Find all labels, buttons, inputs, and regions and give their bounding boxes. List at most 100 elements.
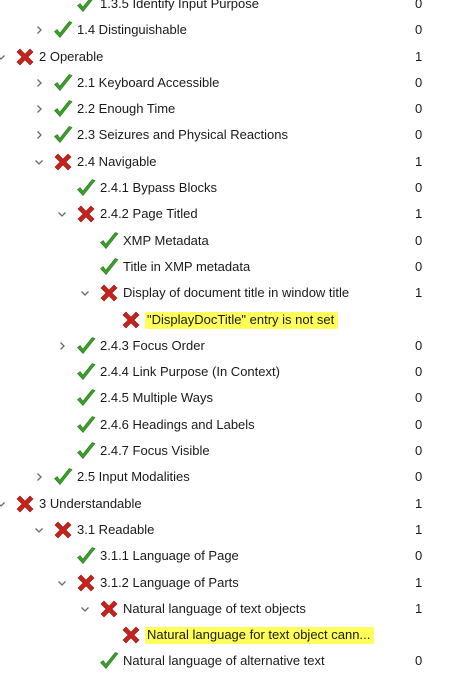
check-icon: [75, 0, 97, 15]
cross-icon: [52, 519, 74, 541]
issue-count: 0: [415, 127, 423, 143]
tree-row-label: 2.1 Keyboard Accessible: [77, 74, 220, 90]
tree-row[interactable]: 2.4.3 Focus Order 0: [0, 333, 450, 359]
check-icon: [98, 650, 120, 672]
tree-row-label: "DisplayDocTitle" entry is not set: [145, 311, 339, 329]
tree-row[interactable]: 2.1 Keyboard Accessible 0: [0, 70, 450, 96]
chevron-right-icon[interactable]: [34, 130, 44, 140]
check-icon: [98, 256, 120, 278]
tree-row[interactable]: 3.1 Readable 1: [0, 517, 450, 543]
chevron-right-icon[interactable]: [57, 341, 67, 351]
tree-row-label: 2.4.5 Multiple Ways: [100, 390, 213, 406]
issue-count: 1: [415, 48, 423, 64]
chevron-down-icon[interactable]: [0, 52, 6, 62]
issue-count: 0: [415, 22, 423, 38]
tree-row-label: 2.4.7 Focus Visible: [100, 443, 210, 459]
cross-icon: [75, 203, 97, 225]
chevron-down-icon[interactable]: [80, 288, 90, 298]
tree-row-label: 3 Understandable: [39, 495, 142, 511]
tree-row[interactable]: 3.1.1 Language of Page 0: [0, 543, 450, 569]
tree-row-label: 2 Operable: [39, 48, 104, 64]
tree-row-label: Natural language of text objects: [123, 600, 306, 616]
tree-row[interactable]: 2.2 Enough Time 0: [0, 96, 450, 122]
cross-icon: [14, 46, 36, 68]
cross-icon: [98, 598, 120, 620]
issue-count: 0: [415, 180, 423, 196]
issue-count: 0: [415, 364, 423, 380]
tree-row-label: Natural language of alternative text: [123, 653, 325, 669]
tree-row-label: 1.4 Distinguishable: [77, 22, 187, 38]
check-icon: [52, 124, 74, 146]
issue-count: 1: [415, 495, 423, 511]
issue-count: 1: [415, 285, 423, 301]
chevron-down-icon[interactable]: [80, 604, 90, 614]
tree-row-label: Title in XMP metadata: [123, 258, 251, 274]
tree-row[interactable]: Natural language of text objects 1: [0, 596, 450, 622]
check-icon: [98, 230, 120, 252]
check-icon: [52, 19, 74, 41]
chevron-right-icon[interactable]: [34, 472, 44, 482]
check-icon: [52, 466, 74, 488]
tree-row[interactable]: 2.3 Seizures and Physical Reactions 0: [0, 122, 450, 148]
tree-row[interactable]: Natural language of alternative text 0: [0, 648, 450, 674]
issue-count: 0: [415, 548, 423, 564]
chevron-right-icon[interactable]: [34, 25, 44, 35]
issue-count: 0: [415, 337, 423, 353]
tree-row-label: 2.5 Input Modalities: [77, 469, 190, 485]
cross-icon: [52, 151, 74, 173]
issue-count: 0: [415, 416, 423, 432]
issue-count: 0: [415, 443, 423, 459]
cross-icon: [14, 493, 36, 515]
check-icon: [75, 387, 97, 409]
issue-count: 0: [415, 101, 423, 117]
chevron-right-icon[interactable]: [34, 78, 44, 88]
accessibility-check-tree: 1.3.5 Identify Input Purpose 0 1.4 Disting…: [0, 0, 450, 675]
tree-row[interactable]: 2 Operable 1: [0, 44, 450, 70]
tree-row-label: Display of document title in window titl…: [123, 285, 350, 301]
tree-row[interactable]: 2.4.6 Headings and Labels 0: [0, 412, 450, 438]
tree-row[interactable]: 2.4.7 Focus Visible 0: [0, 438, 450, 464]
issue-count: 1: [415, 521, 423, 537]
chevron-down-icon[interactable]: [34, 525, 44, 535]
tree-row[interactable]: 2.4.2 Page Titled 1: [0, 201, 450, 227]
chevron-down-icon[interactable]: [34, 157, 44, 167]
tree-row-label: 2.4.2 Page Titled: [100, 206, 198, 222]
tree-row-label: 2.4.3 Focus Order: [100, 337, 205, 353]
tree-row-label: 1.3.5 Identify Input Purpose: [100, 0, 259, 11]
check-icon: [75, 361, 97, 383]
tree-row[interactable]: XMP Metadata 0: [0, 228, 450, 254]
tree-row[interactable]: Title in XMP metadata 0: [0, 254, 450, 280]
tree-row-label: 2.4.4 Link Purpose (In Context): [100, 364, 280, 380]
tree-row[interactable]: 2.4.5 Multiple Ways 0: [0, 385, 450, 411]
check-icon: [75, 440, 97, 462]
tree-row[interactable]: 2.5 Input Modalities 0: [0, 464, 450, 490]
tree-row-label: 2.4.6 Headings and Labels: [100, 416, 255, 432]
chevron-down-icon[interactable]: [0, 499, 6, 509]
tree-row[interactable]: "DisplayDocTitle" entry is not set: [0, 307, 450, 333]
tree-row[interactable]: 2.4 Navigable 1: [0, 149, 450, 175]
check-icon: [75, 335, 97, 357]
cross-icon: [75, 572, 97, 594]
cross-icon: [98, 282, 120, 304]
chevron-down-icon[interactable]: [57, 578, 67, 588]
issue-count: 0: [415, 653, 423, 669]
tree-row[interactable]: 2.4.4 Link Purpose (In Context) 0: [0, 359, 450, 385]
check-icon: [75, 177, 97, 199]
chevron-down-icon[interactable]: [57, 209, 67, 219]
check-icon: [75, 414, 97, 436]
tree-row[interactable]: 3 Understandable 1: [0, 491, 450, 517]
tree-row[interactable]: 1.4 Distinguishable 0: [0, 17, 450, 43]
cross-icon: [120, 624, 142, 646]
chevron-right-icon[interactable]: [34, 104, 44, 114]
tree-row-label: 3.1.1 Language of Page: [100, 548, 239, 564]
issue-count: 0: [415, 232, 423, 248]
issue-count: 1: [415, 600, 423, 616]
tree-row[interactable]: 2.4.1 Bypass Blocks 0: [0, 175, 450, 201]
tree-row[interactable]: Natural language for text object cann...: [0, 622, 450, 648]
check-icon: [52, 98, 74, 120]
check-icon: [75, 545, 97, 567]
tree-row[interactable]: Display of document title in window titl…: [0, 280, 450, 306]
tree-row[interactable]: 1.3.5 Identify Input Purpose 0: [0, 0, 450, 17]
issue-count: 1: [415, 206, 423, 222]
tree-row[interactable]: 3.1.2 Language of Parts 1: [0, 570, 450, 596]
